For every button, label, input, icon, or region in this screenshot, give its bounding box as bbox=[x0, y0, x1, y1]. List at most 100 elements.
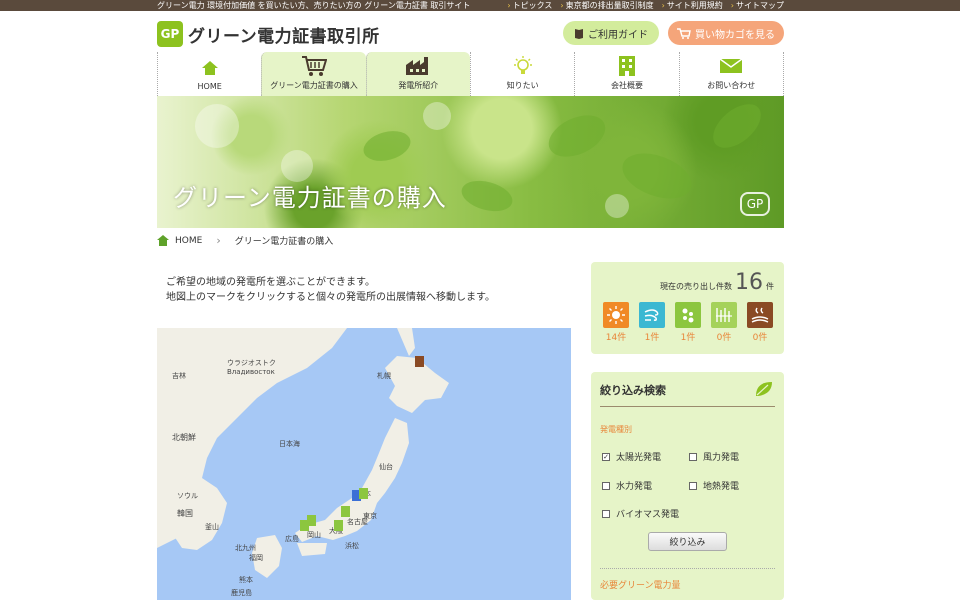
guide-button-label: ご利用ガイド bbox=[588, 29, 648, 41]
checkbox-biomass-label: バイオマス発電 bbox=[616, 510, 680, 520]
checkbox-solar-label: 太陽光発電 bbox=[616, 453, 662, 463]
map-marker-solar[interactable] bbox=[341, 506, 350, 517]
nav-home-label: HOME bbox=[197, 82, 222, 91]
checkbox-biomass[interactable]: バイオマス発電 bbox=[602, 507, 679, 520]
map-label-jilin: 吉林 bbox=[172, 371, 186, 380]
logo-text: グリーン電力証書取引所 bbox=[188, 26, 380, 47]
filter-title: 絞り込み検索 bbox=[600, 384, 666, 397]
wind-icon bbox=[639, 302, 665, 328]
home-icon bbox=[157, 235, 169, 246]
intro-line-1: ご希望の地域の発電所を選ぶことができます。 bbox=[166, 277, 375, 288]
logo-mark-icon: GP bbox=[157, 21, 183, 47]
map-label-korea: 韓国 bbox=[177, 508, 193, 518]
map-label-kumamoto: 熊本 bbox=[239, 575, 253, 584]
plant-map[interactable]: ウラジオストク Владивосток 吉林 北朝鮮 日本海 札幌 仙台 日本 … bbox=[157, 328, 571, 600]
top-bar: グリーン電力 環境付加価値 を買いたい方、売りたい方の グリーン電力証書 取引サ… bbox=[0, 0, 960, 11]
category-biomass[interactable]: 1件 bbox=[675, 302, 701, 343]
hero-banner: グリーン電力証書の購入 GP bbox=[157, 96, 784, 228]
geothermal-icon bbox=[747, 302, 773, 328]
checkbox-box[interactable] bbox=[602, 481, 610, 490]
nav-purchase-label: グリーン電力証書の購入 bbox=[270, 81, 358, 90]
nav-learn[interactable]: 知りたい bbox=[469, 52, 574, 96]
map-label-seoul: ソウル bbox=[177, 492, 198, 500]
link-sitemap[interactable]: サイトマップ bbox=[731, 0, 784, 11]
sales-count-label: 現在の売り出し件数 bbox=[660, 282, 732, 291]
map-label-vladivostok-ru: Владивосток bbox=[227, 368, 275, 376]
checkbox-wind[interactable]: 風力発電 bbox=[689, 450, 739, 463]
checkbox-box[interactable] bbox=[689, 452, 697, 461]
category-wind[interactable]: 1件 bbox=[639, 302, 665, 343]
filter-panel: 絞り込み検索 発電種別 ✓ 太陽光発電 風力発電 水力発電 地熱発電 バイオマス… bbox=[591, 372, 784, 600]
nav-purchase[interactable]: グリーン電力証書の購入 bbox=[261, 52, 366, 96]
leaf-icon bbox=[756, 382, 772, 396]
mail-icon bbox=[719, 55, 743, 77]
hydro-icon bbox=[711, 302, 737, 328]
map-label-sendai: 仙台 bbox=[379, 462, 393, 471]
breadcrumb: HOME › グリーン電力証書の購入 bbox=[157, 234, 333, 247]
breadcrumb-home[interactable]: HOME bbox=[175, 236, 202, 246]
category-solar[interactable]: 14件 bbox=[603, 302, 629, 343]
filter-divider bbox=[600, 406, 775, 407]
link-tokyo-emissions[interactable]: 東京都の排出量取引制度 bbox=[560, 0, 654, 11]
site-logo[interactable]: GP グリーン電力証書取引所 bbox=[157, 21, 380, 47]
sun-icon bbox=[603, 302, 629, 328]
house-icon bbox=[201, 57, 219, 79]
checkbox-hydro-label: 水力発電 bbox=[616, 482, 653, 492]
top-links: トピックス 東京都の排出量取引制度 サイト利用規約 サイトマップ bbox=[507, 0, 784, 11]
sales-count-panel: 現在の売り出し件数 16 件 14件 1件 1件 0件 0件 bbox=[591, 262, 784, 354]
filter-divider-2 bbox=[600, 568, 775, 569]
category-list: 14件 1件 1件 0件 0件 bbox=[603, 302, 773, 343]
category-geothermal[interactable]: 0件 bbox=[747, 302, 773, 343]
checkbox-geothermal-label: 地熱発電 bbox=[703, 482, 740, 492]
lightbulb-icon bbox=[511, 55, 535, 77]
nav-company-label: 会社概要 bbox=[610, 81, 643, 90]
link-terms[interactable]: サイト利用規約 bbox=[662, 0, 723, 11]
map-label-hamamatsu: 浜松 bbox=[345, 541, 359, 550]
map-label-fukuoka: 福岡 bbox=[249, 553, 263, 562]
filter-subtitle: 発電種別 bbox=[600, 425, 632, 434]
factory-icon bbox=[405, 55, 431, 77]
map-marker-solar[interactable] bbox=[300, 520, 309, 531]
link-topics[interactable]: トピックス bbox=[507, 0, 553, 11]
nav-contact[interactable]: お問い合わせ bbox=[678, 52, 784, 96]
sales-count-number: 16 bbox=[735, 270, 763, 295]
intro-line-2: 地図上のマークをクリックすると個々の発電所の出展情報へ移動します。 bbox=[166, 292, 495, 303]
category-hydro[interactable]: 0件 bbox=[711, 302, 737, 343]
checkbox-solar[interactable]: ✓ 太陽光発電 bbox=[602, 450, 661, 463]
guide-button[interactable]: ご利用ガイド bbox=[563, 21, 659, 45]
map-label-sea-of-japan: 日本海 bbox=[279, 439, 300, 448]
cart-button-label: 買い物カゴを見る bbox=[695, 29, 775, 41]
checkbox-box[interactable] bbox=[602, 509, 610, 518]
filter-submit-button[interactable]: 絞り込み bbox=[648, 532, 727, 551]
hero-title: グリーン電力証書の購入 bbox=[173, 184, 447, 212]
nav-plants-label: 発電所紹介 bbox=[398, 81, 439, 90]
checkbox-hydro[interactable]: 水力発電 bbox=[602, 479, 652, 492]
filter-subtitle-2: 必要グリーン電力量 bbox=[600, 581, 681, 591]
nav-contact-label: お問い合わせ bbox=[707, 81, 756, 90]
checkbox-wind-label: 風力発電 bbox=[703, 453, 740, 463]
map-marker-solar[interactable] bbox=[334, 520, 343, 531]
map-label-north-korea: 北朝鮮 bbox=[172, 432, 196, 442]
book-icon bbox=[575, 28, 583, 39]
map-marker-geothermal[interactable] bbox=[415, 356, 424, 367]
sales-count-unit: 件 bbox=[766, 282, 774, 291]
checkbox-geothermal[interactable]: 地熱発電 bbox=[689, 479, 739, 492]
breadcrumb-current: グリーン電力証書の購入 bbox=[234, 237, 334, 247]
nav-company[interactable]: 会社概要 bbox=[574, 52, 678, 96]
map-label-nagoya: 名古屋 bbox=[347, 517, 368, 526]
intro-text: ご希望の地域の発電所を選ぶことができます。 地図上のマークをクリックすると個々の… bbox=[166, 275, 495, 305]
map-marker-solar[interactable] bbox=[359, 488, 368, 499]
building-icon bbox=[618, 55, 636, 77]
nav-home[interactable]: HOME bbox=[157, 52, 261, 96]
site-tagline: グリーン電力 環境付加価値 を買いたい方、売りたい方の グリーン電力証書 取引サ… bbox=[157, 1, 471, 10]
cart-button[interactable]: 買い物カゴを見る bbox=[668, 21, 784, 45]
map-label-kitakyushu: 北九州 bbox=[235, 543, 256, 552]
sales-count-header: 現在の売り出し件数 16 件 bbox=[660, 270, 774, 295]
map-canvas: ウラジオストク Владивосток 吉林 北朝鮮 日本海 札幌 仙台 日本 … bbox=[157, 328, 449, 597]
checkbox-box[interactable]: ✓ bbox=[602, 452, 610, 461]
category-solar-count: 14件 bbox=[605, 333, 627, 343]
map-label-okayama: 岡山 bbox=[307, 530, 321, 539]
checkbox-box[interactable] bbox=[689, 481, 697, 490]
nav-plants[interactable]: 発電所紹介 bbox=[365, 52, 470, 96]
biomass-icon bbox=[675, 302, 701, 328]
